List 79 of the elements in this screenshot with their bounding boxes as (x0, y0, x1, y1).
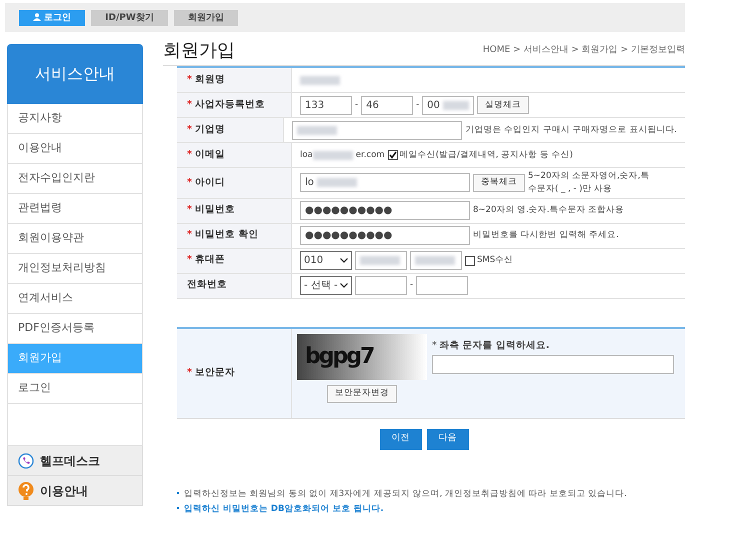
field-label: 비밀번호 확인 (194, 228, 258, 242)
input-field[interactable] (355, 251, 407, 270)
question-icon (18, 482, 34, 500)
input-field[interactable]: ●●●●●●●●●● (300, 226, 470, 245)
help-text: 기업명은 수입인지 구매시 구매자명으로 표시됩니다. (465, 124, 677, 136)
separator: - (355, 98, 358, 112)
field-label: 전화번호 (187, 278, 227, 292)
field-value: loa (300, 148, 313, 162)
sidebar-item[interactable]: 회원이용약관 (7, 224, 143, 254)
captcha-prompt: 좌측 문자를 입력하세요. (439, 338, 550, 352)
input-field[interactable]: ●●●●●●●●●● (300, 201, 470, 220)
required-mark: * (187, 253, 192, 268)
captcha-input[interactable] (432, 355, 674, 374)
field-label: 회원명 (194, 72, 225, 87)
required-mark: * (187, 98, 192, 112)
sidebar-item[interactable]: 로그인 (7, 374, 143, 404)
required-mark: * (187, 176, 192, 190)
required-mark: * (187, 72, 192, 87)
chevron-icon (340, 283, 348, 288)
page-title: 회원가입 (163, 40, 235, 62)
field-label: 휴대폰 (194, 253, 225, 268)
required-mark: * (187, 148, 192, 162)
checkbox[interactable] (388, 150, 398, 160)
sidebar-item[interactable]: 전자수입인지란 (7, 164, 143, 194)
sidebar-item[interactable]: 이용안내 (7, 134, 143, 164)
notice-text: 입력하신정보는 회원님의 동의 없이 제3자에게 제공되지 않으며, 개인정보취급방침에 따라 보호되고 있습니다. (184, 488, 627, 498)
required-mark: * (187, 228, 192, 242)
input-field[interactable] (410, 251, 462, 270)
chevron-icon (340, 258, 348, 263)
field-value: er.com (356, 148, 385, 162)
nav-step-button[interactable]: 이전 (380, 428, 422, 450)
required-mark: * (187, 122, 192, 137)
help-text: 비밀번호를 다시한번 입력해 주세요. (473, 229, 619, 242)
refresh-captcha-button[interactable]: 보안문자변경 (327, 384, 397, 402)
help-text: 8~20자의 영.숫자.특수문자 조합사용 (473, 204, 624, 217)
sidebar-panel[interactable]: 헬프데스크 (7, 446, 143, 476)
help-text: 5~20자의 소문자영어,숫자,특수문자( _ , - )만 사용 (528, 170, 650, 196)
field-label: 보안문자 (194, 366, 235, 380)
checkbox-label: SMS수신 (477, 254, 514, 267)
prompt-mark: * (432, 338, 437, 352)
panel-title: 이용안내 (40, 482, 88, 500)
input-field[interactable]: 133 (300, 96, 352, 114)
person-icon (33, 13, 41, 22)
check-button[interactable]: 실명체크 (477, 96, 530, 114)
nav-button[interactable]: 회원가입 (174, 10, 238, 26)
field-label: 비밀번호 (194, 203, 235, 218)
sidebar-item[interactable]: PDF인증서등록 (7, 314, 143, 344)
input-field[interactable] (416, 276, 468, 295)
separator: - (410, 279, 414, 292)
sidebar-panel[interactable]: 이용안내 (7, 476, 143, 506)
separator: - (416, 98, 420, 112)
select-field[interactable]: - 선택 - (300, 276, 352, 295)
checkbox[interactable] (465, 256, 475, 266)
field-label: 이메일 (194, 148, 225, 162)
check-button[interactable]: 중복체크 (473, 174, 525, 192)
input-field[interactable]: lo (300, 173, 470, 192)
checkbox-label: 메일수신(발급/결제내역, 공지사항 등 수신) (400, 148, 573, 162)
field-label: 기업명 (194, 122, 225, 137)
required-mark: * (187, 203, 192, 218)
sidebar-item[interactable]: 연계서비스 (7, 284, 143, 314)
field-label: 아이디 (194, 176, 225, 190)
sidebar-item[interactable]: 관련법령 (7, 194, 143, 224)
panel-title: 헬프데스크 (40, 452, 100, 470)
nav-step-button[interactable]: 다음 (426, 428, 468, 450)
input-field[interactable]: 00 (422, 96, 474, 114)
input-field[interactable] (292, 120, 462, 140)
sidebar-header: 서비스안내 (7, 44, 143, 104)
input-field[interactable] (355, 276, 407, 295)
input-field[interactable]: 46 (361, 96, 414, 114)
captcha-image: bgpg7 (297, 334, 427, 380)
select-field[interactable]: 010 (300, 251, 352, 270)
phone-icon (18, 452, 34, 468)
sidebar-item[interactable]: 개인정보처리방침 (7, 254, 143, 284)
notice-text: 입력하신 비밀번호는 DB암호화되어 보호 됩니다. (184, 504, 384, 514)
sidebar-item[interactable]: 공지사항 (7, 104, 143, 134)
nav-button[interactable]: ID/PW찾기 (91, 10, 168, 26)
required-mark: * (187, 366, 192, 380)
field-label: 사업자등록번호 (194, 98, 265, 112)
breadcrumb: HOME > 서비스안내 > 회원가입 > 기본정보입력 (482, 44, 685, 57)
